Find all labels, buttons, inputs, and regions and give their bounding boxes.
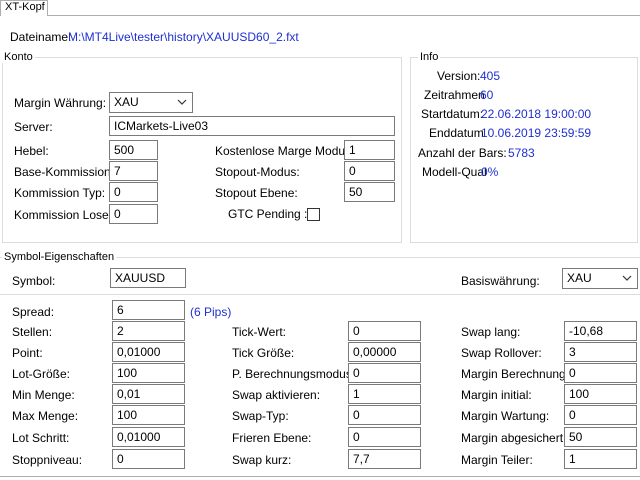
point-field[interactable]: 0,01000 bbox=[112, 342, 185, 362]
chevron-down-icon bbox=[622, 275, 632, 281]
swap-short-label: Swap kurz: bbox=[232, 453, 292, 467]
stopout-level-field[interactable]: 50 bbox=[344, 182, 395, 202]
end-date-value: 10.06.2019 23:59:59 bbox=[481, 126, 592, 140]
margin-divider-label: Margin Teiler: bbox=[461, 453, 533, 467]
margin-hedged-field[interactable]: 50 bbox=[564, 427, 637, 447]
margin-hedged-label: Margin abgesichert: bbox=[461, 431, 567, 445]
commission-type-label: Kommission Typ: bbox=[14, 186, 106, 200]
symbol-inner-divider bbox=[0, 294, 640, 295]
gtc-pending-checkbox[interactable] bbox=[307, 208, 320, 221]
bottom-border bbox=[0, 476, 640, 477]
gtc-pending-label: GTC Pending : bbox=[228, 207, 308, 221]
commission-lots-field[interactable]: 0 bbox=[109, 204, 158, 224]
tick-value-label: Tick-Wert: bbox=[232, 325, 286, 339]
file-path: M:\MT4Live\tester\history\XAUUSD60_2.fxt bbox=[68, 30, 299, 44]
spread-field[interactable]: 6 bbox=[112, 300, 185, 320]
min-lot-field[interactable]: 0,01 bbox=[112, 384, 185, 404]
margin-divider-field[interactable]: 1 bbox=[564, 449, 637, 469]
swap-rollover-label: Swap Rollover: bbox=[461, 346, 542, 360]
digits-field[interactable]: 2 bbox=[112, 321, 185, 341]
margin-initial-field[interactable]: 100 bbox=[564, 384, 637, 404]
symbol-field[interactable]: XAUUSD bbox=[110, 268, 186, 288]
commission-type-field[interactable]: 0 bbox=[109, 182, 158, 202]
lot-step-field[interactable]: 0,01000 bbox=[112, 427, 185, 447]
margin-currency-label: Margin Währung: bbox=[14, 96, 107, 110]
bars-count-label: Anzahl der Bars: bbox=[418, 146, 507, 160]
symbol-title: Symbol-Eigenschaften bbox=[2, 251, 117, 263]
lot-size-field[interactable]: 100 bbox=[112, 363, 185, 383]
margin-currency-value: XAU bbox=[114, 95, 139, 109]
commission-lots-label: Kommission Lose: bbox=[14, 208, 113, 222]
version-label: Version: bbox=[437, 69, 481, 83]
profit-calc-mode-field[interactable]: 0 bbox=[348, 363, 421, 383]
tab-divider bbox=[48, 15, 640, 16]
swap-enable-field[interactable]: 1 bbox=[348, 384, 421, 404]
margin-calc-field[interactable]: 0 bbox=[564, 363, 637, 383]
freeze-level-field[interactable]: 0 bbox=[348, 427, 421, 447]
server-field[interactable]: ICMarkets-Live03 bbox=[109, 116, 395, 136]
swap-long-label: Swap lang: bbox=[461, 325, 521, 339]
free-margin-mode-field[interactable]: 1 bbox=[344, 140, 395, 160]
margin-currency-select[interactable]: XAU bbox=[109, 92, 193, 113]
file-name-label: Dateiname: bbox=[10, 30, 72, 44]
timeframe-label: Zeitrahmen bbox=[424, 88, 485, 102]
swap-enable-label: Swap aktivieren: bbox=[232, 388, 321, 402]
end-date-label: Enddatum bbox=[429, 126, 484, 140]
digits-label: Stellen: bbox=[12, 325, 53, 339]
stopout-mode-field[interactable]: 0 bbox=[344, 161, 395, 181]
bars-count-value: 5783 bbox=[508, 146, 535, 160]
free-margin-mode-label: Kostenlose Marge Modus: bbox=[215, 144, 355, 158]
timeframe-value: 60 bbox=[480, 88, 494, 102]
tick-value-field[interactable]: 0 bbox=[348, 321, 421, 341]
stop-level-label: Stoppniveau: bbox=[12, 453, 83, 467]
base-currency-label: Basiswährung: bbox=[461, 274, 540, 288]
max-lot-label: Max Menge: bbox=[12, 409, 79, 423]
server-label: Server: bbox=[14, 120, 53, 134]
base-currency-select[interactable]: XAU bbox=[562, 268, 638, 289]
lot-size-label: Lot-Größe: bbox=[12, 367, 71, 381]
model-quality-value: 0% bbox=[481, 165, 499, 179]
margin-calc-label: Margin Berechnung: bbox=[461, 367, 570, 381]
swap-type-field[interactable]: 0 bbox=[348, 405, 421, 425]
swap-long-field[interactable]: -10,68 bbox=[564, 321, 637, 341]
base-currency-value: XAU bbox=[567, 271, 592, 285]
margin-maintenance-label: Margin Wartung: bbox=[461, 409, 550, 423]
stop-level-field[interactable]: 0 bbox=[112, 449, 185, 469]
tick-size-field[interactable]: 0,00000 bbox=[348, 342, 421, 362]
spread-label: Spread: bbox=[12, 305, 55, 319]
stopout-level-label: Stopout Ebene: bbox=[215, 186, 298, 200]
swap-rollover-field[interactable]: 3 bbox=[564, 342, 637, 362]
version-value: 405 bbox=[480, 69, 501, 83]
margin-initial-label: Margin initial: bbox=[461, 388, 532, 402]
start-date-value: 22.06.2018 19:00:00 bbox=[481, 107, 592, 121]
swap-type-label: Swap-Typ: bbox=[232, 409, 289, 423]
symbol-label: Symbol: bbox=[12, 274, 56, 288]
info-title: Info bbox=[418, 51, 441, 63]
base-commission-field[interactable]: 7 bbox=[109, 161, 158, 181]
swap-short-field[interactable]: 7,7 bbox=[348, 449, 421, 469]
konto-title: Konto bbox=[2, 51, 35, 63]
max-lot-field[interactable]: 100 bbox=[112, 405, 185, 425]
margin-maintenance-field[interactable]: 0 bbox=[564, 405, 637, 425]
base-commission-label: Base-Kommission: bbox=[14, 165, 115, 179]
hebel-field[interactable]: 500 bbox=[109, 140, 158, 160]
tick-size-label: Tick Größe: bbox=[232, 346, 295, 360]
stopout-mode-label: Stopout-Modus: bbox=[215, 165, 300, 179]
freeze-level-label: Frieren Ebene: bbox=[232, 431, 312, 445]
profit-calc-mode-label: P. Berechnungsmodus: bbox=[232, 367, 356, 381]
min-lot-label: Min Menge: bbox=[12, 388, 75, 402]
start-date-label: Startdatum: bbox=[421, 107, 484, 121]
chevron-down-icon bbox=[177, 99, 187, 105]
tab-xt-kopf[interactable]: XT-Kopf bbox=[0, 0, 48, 16]
spread-pips: (6 Pips) bbox=[190, 305, 232, 319]
hebel-label: Hebel: bbox=[14, 144, 49, 158]
lot-step-label: Lot Schritt: bbox=[12, 431, 70, 445]
model-quality-label: Modell-Qual bbox=[422, 165, 487, 179]
point-label: Point: bbox=[12, 346, 43, 360]
